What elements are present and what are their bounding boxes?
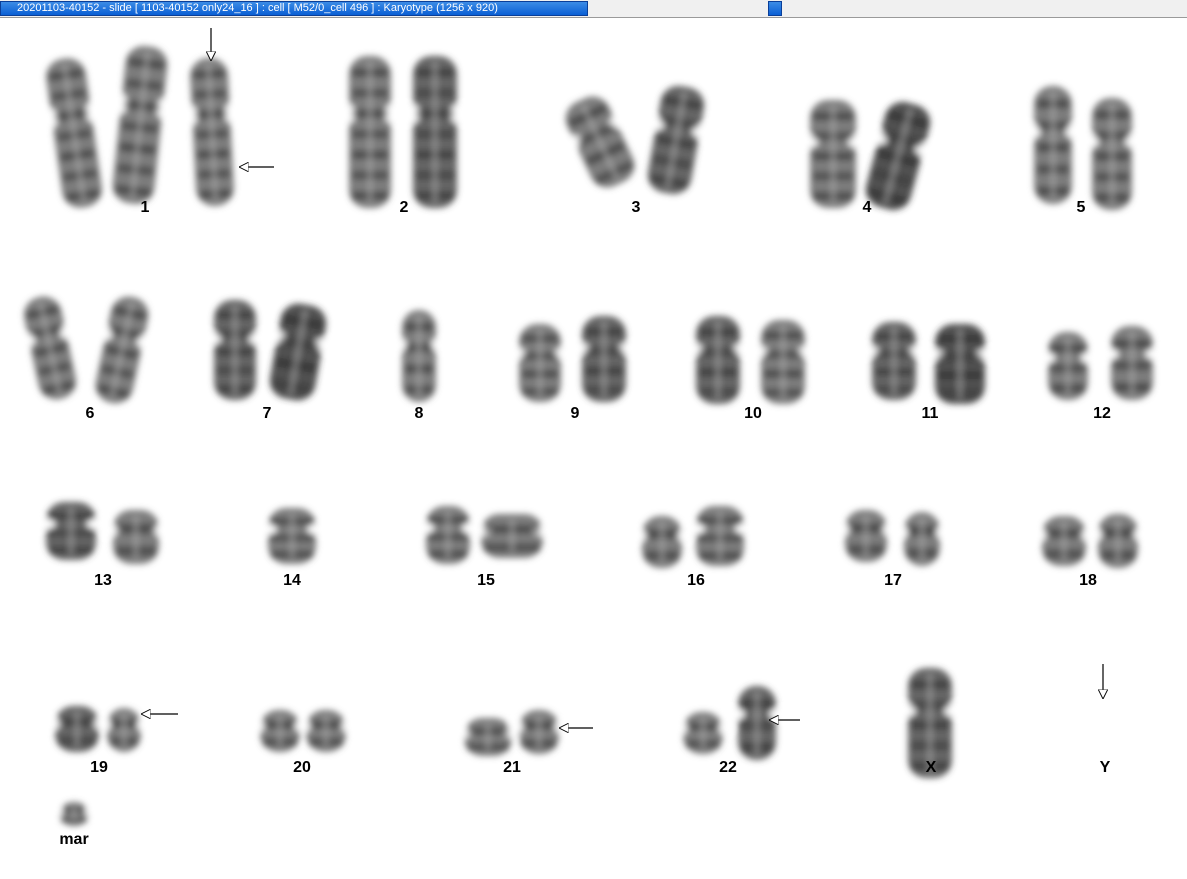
- label-chr-11: 11: [921, 405, 939, 422]
- chromosome-3b[interactable]: [633, 81, 718, 199]
- chromosome-13b[interactable]: [100, 510, 172, 564]
- chromosome-10b[interactable]: [749, 320, 817, 404]
- label-chr-X: X: [925, 759, 937, 776]
- chromosome-5a[interactable]: [1023, 86, 1083, 204]
- chromosome-14[interactable]: [255, 508, 329, 564]
- chromosome-layer: [10, 43, 1165, 826]
- chromosome-15b[interactable]: [465, 514, 559, 558]
- chromosome-12a[interactable]: [1037, 332, 1099, 400]
- chromosome-10a[interactable]: [684, 316, 752, 404]
- chromosome-11a[interactable]: [860, 322, 928, 400]
- chromosome-3a[interactable]: [549, 85, 652, 198]
- karyotype-figure: [10, 28, 1165, 826]
- chromosome-15a[interactable]: [414, 506, 482, 564]
- chromosome-17b[interactable]: [894, 512, 950, 566]
- chromosome-20a[interactable]: [249, 710, 311, 752]
- chromosome-5b[interactable]: [1081, 98, 1143, 210]
- title-bar-button[interactable]: [768, 1, 782, 16]
- chromosome-4a[interactable]: [797, 100, 869, 208]
- label-chr-20: 20: [293, 759, 311, 776]
- label-chr-12: 12: [1093, 405, 1111, 422]
- label-chr-7: 7: [262, 405, 272, 422]
- chromosome-11b[interactable]: [922, 324, 998, 404]
- chromosome-18a[interactable]: [1030, 516, 1098, 566]
- label-chr-1: 1: [140, 199, 150, 216]
- chromosome-6a[interactable]: [10, 291, 89, 405]
- chromosome-18b[interactable]: [1087, 514, 1149, 568]
- label-marker: mar: [59, 831, 89, 848]
- chromosome-2b[interactable]: [401, 56, 469, 208]
- label-chr-8: 8: [414, 405, 424, 422]
- chromosome-9b[interactable]: [570, 316, 638, 402]
- label-chr-9: 9: [570, 405, 580, 422]
- label-chr-14: 14: [283, 572, 301, 589]
- label-chr-3: 3: [631, 199, 641, 216]
- chromosome-6b[interactable]: [82, 291, 162, 409]
- chromosome-marker[interactable]: [50, 802, 98, 826]
- chromosome-8[interactable]: [392, 310, 446, 402]
- chromosome-1c[interactable]: [179, 57, 245, 208]
- window-title[interactable]: 20201103-40152 - slide [ 1103-40152 only…: [0, 1, 588, 16]
- chromosome-7a[interactable]: [202, 300, 268, 400]
- label-chr-Y: Y: [1099, 759, 1111, 776]
- label-chr-16: 16: [687, 572, 705, 589]
- chromosome-19a[interactable]: [43, 706, 111, 752]
- chromosome-1b[interactable]: [100, 43, 181, 207]
- chromosome-7b[interactable]: [255, 299, 341, 406]
- label-chr-15: 15: [477, 572, 495, 589]
- chromosome-9a[interactable]: [507, 324, 573, 402]
- karyotype-canvas: 1 2 3 4 5 6 7 8 9 10 11 12 13 14 15 16 1…: [0, 18, 1187, 879]
- chromosome-20b[interactable]: [295, 710, 357, 752]
- label-chr-4: 4: [862, 199, 872, 216]
- label-chr-13: 13: [94, 572, 112, 589]
- label-chr-6: 6: [85, 405, 95, 422]
- chromosome-17a[interactable]: [833, 510, 899, 562]
- chromosome-22a[interactable]: [672, 712, 734, 754]
- label-chr-10: 10: [744, 405, 762, 422]
- title-bar: 20201103-40152 - slide [ 1103-40152 only…: [0, 0, 1187, 18]
- chromosome-16a[interactable]: [631, 516, 693, 568]
- chromosome-2a[interactable]: [337, 56, 403, 208]
- chromosome-1a[interactable]: [33, 54, 115, 211]
- chromosome-13a[interactable]: [33, 502, 109, 560]
- label-chr-19: 19: [90, 759, 108, 776]
- chromosome-22b[interactable]: [727, 686, 787, 760]
- label-chr-22: 22: [719, 759, 737, 776]
- label-chr-18: 18: [1079, 572, 1097, 589]
- chromosome-16b[interactable]: [683, 506, 757, 566]
- label-chr-21: 21: [503, 759, 521, 776]
- chromosome-12b[interactable]: [1099, 326, 1165, 400]
- label-chr-17: 17: [884, 572, 902, 589]
- label-chr-2: 2: [399, 199, 409, 216]
- label-chr-5: 5: [1076, 199, 1086, 216]
